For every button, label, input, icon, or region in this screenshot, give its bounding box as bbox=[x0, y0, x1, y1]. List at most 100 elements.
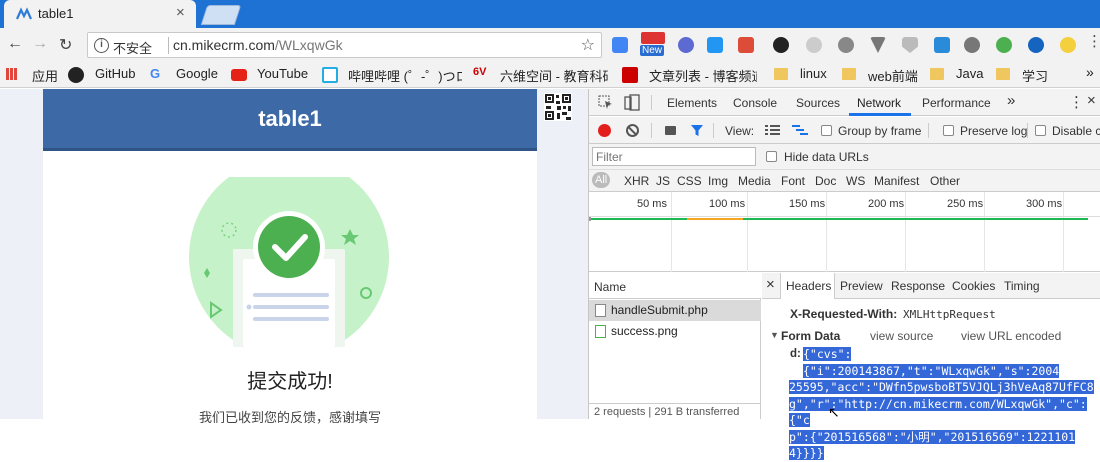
tab-cookies[interactable]: Cookies bbox=[952, 279, 995, 293]
tab-response[interactable]: Response bbox=[891, 279, 945, 293]
qr-code-icon[interactable] bbox=[544, 93, 572, 121]
device-toolbar-icon[interactable] bbox=[624, 94, 640, 111]
timeline-tick: 250 ms bbox=[947, 198, 984, 210]
extension-icon[interactable] bbox=[964, 37, 980, 53]
devtools-menu-icon[interactable]: ⋮ bbox=[1069, 93, 1084, 111]
bookmark-bilibili[interactable]: 哔哩哔哩 (゜-゜)つロ bbox=[348, 66, 462, 85]
request-row[interactable]: handleSubmit.php bbox=[589, 300, 761, 321]
extension-icon[interactable] bbox=[1060, 37, 1076, 53]
divider bbox=[713, 123, 714, 138]
more-tabs-icon[interactable]: » bbox=[1007, 92, 1015, 109]
tab-preview[interactable]: Preview bbox=[840, 279, 883, 293]
waterfall-icon[interactable] bbox=[792, 125, 808, 136]
close-detail-icon[interactable]: × bbox=[766, 276, 775, 293]
bookmark-folder-study[interactable]: 学习 bbox=[1022, 66, 1048, 85]
header-key: X-Requested-With: bbox=[790, 307, 898, 321]
bilibili-icon bbox=[322, 67, 338, 83]
bookmark-csdn[interactable]: 文章列表 - 博客频道 bbox=[649, 66, 757, 85]
tab-network[interactable]: Network bbox=[857, 96, 901, 110]
large-rows-icon[interactable] bbox=[765, 125, 780, 136]
menu-icon[interactable]: ⋮ bbox=[1087, 32, 1100, 50]
inspect-element-icon[interactable] bbox=[598, 95, 613, 110]
extension-icon[interactable] bbox=[612, 37, 628, 53]
request-detail: × Headers Preview Response Cookies Timin… bbox=[762, 273, 1100, 460]
bookmark-folder-java[interactable]: Java bbox=[956, 66, 983, 81]
filter-icon[interactable] bbox=[690, 124, 704, 137]
type-xhr[interactable]: XHR bbox=[624, 174, 649, 188]
form-header: table1 bbox=[43, 89, 537, 151]
extension-icon[interactable] bbox=[870, 37, 886, 53]
type-img[interactable]: Img bbox=[708, 174, 728, 188]
name-column-header[interactable]: Name bbox=[594, 280, 626, 294]
extension-icon[interactable] bbox=[707, 37, 723, 53]
forward-icon[interactable]: → bbox=[32, 35, 48, 53]
hide-data-urls-checkbox[interactable] bbox=[766, 151, 777, 162]
extension-icon[interactable] bbox=[641, 32, 665, 44]
tab-elements[interactable]: Elements bbox=[667, 96, 717, 110]
type-manifest[interactable]: Manifest bbox=[874, 174, 919, 188]
new-tab-button[interactable] bbox=[200, 5, 242, 25]
extension-icon[interactable] bbox=[902, 37, 918, 53]
reload-icon[interactable]: ↻ bbox=[59, 35, 72, 55]
bookmark-youtube[interactable]: YouTube bbox=[257, 66, 308, 81]
close-devtools-icon[interactable]: × bbox=[1087, 92, 1096, 109]
extension-icon[interactable] bbox=[838, 37, 854, 53]
more-bookmarks-icon[interactable]: » bbox=[1086, 64, 1094, 80]
request-list-header: Name bbox=[589, 273, 761, 299]
type-doc[interactable]: Doc bbox=[815, 174, 836, 188]
close-tab-icon[interactable]: × bbox=[176, 4, 185, 21]
extension-icon[interactable] bbox=[806, 37, 822, 53]
type-css[interactable]: CSS bbox=[677, 174, 702, 188]
timeline-tick: 200 ms bbox=[868, 198, 905, 210]
divider bbox=[928, 123, 929, 138]
tab-timing[interactable]: Timing bbox=[1004, 279, 1040, 293]
bookmark-github[interactable]: GitHub bbox=[95, 66, 135, 81]
type-font[interactable]: Font bbox=[781, 174, 805, 188]
tab-console[interactable]: Console bbox=[733, 96, 777, 110]
bookmark-folder-linux[interactable]: linux bbox=[800, 66, 827, 81]
type-other[interactable]: Other bbox=[930, 174, 960, 188]
type-js[interactable]: JS bbox=[656, 174, 670, 188]
bookmark-star-icon[interactable]: ☆ bbox=[581, 35, 595, 55]
timeline-tick: 150 ms bbox=[789, 198, 826, 210]
group-by-frame-checkbox[interactable] bbox=[821, 125, 832, 136]
back-icon[interactable]: ← bbox=[7, 35, 23, 53]
expand-triangle-icon[interactable]: ▼ bbox=[770, 330, 779, 340]
tab-sources[interactable]: Sources bbox=[796, 96, 840, 110]
extension-icon[interactable] bbox=[996, 37, 1012, 53]
type-all[interactable]: All bbox=[592, 172, 611, 188]
apps-icon[interactable] bbox=[6, 68, 18, 80]
type-ws[interactable]: WS bbox=[846, 174, 865, 188]
form-card: table1 提交成功! 我们已收到您的反馈，感谢填写 bbox=[43, 89, 537, 425]
request-row[interactable]: success.png bbox=[589, 321, 761, 342]
extension-icon[interactable] bbox=[678, 37, 694, 53]
extension-icon[interactable] bbox=[773, 37, 789, 53]
security-label[interactable]: 不安全 bbox=[113, 38, 152, 57]
disable-cache-checkbox[interactable] bbox=[1035, 125, 1046, 136]
view-url-encoded-link[interactable]: view URL encoded bbox=[961, 329, 1061, 343]
extension-icon[interactable] bbox=[738, 37, 754, 53]
bookmark-liuwei[interactable]: 六维空间 - 教育科研 bbox=[500, 66, 608, 85]
success-illustration bbox=[189, 177, 389, 347]
github-icon bbox=[68, 67, 84, 83]
filter-input[interactable] bbox=[592, 147, 756, 166]
bookmark-google[interactable]: Google bbox=[176, 66, 218, 81]
bookmark-folder-web[interactable]: web前端 bbox=[868, 66, 918, 85]
tab-performance[interactable]: Performance bbox=[922, 96, 991, 110]
bookmark-apps[interactable]: 应用 bbox=[32, 66, 58, 85]
preserve-log-checkbox[interactable] bbox=[943, 125, 954, 136]
clear-icon[interactable] bbox=[626, 124, 639, 137]
browser-tab[interactable]: table1 × bbox=[4, 0, 196, 28]
record-icon[interactable] bbox=[598, 124, 611, 137]
url-text[interactable]: cn.mikecrm.com/WLxqwGk bbox=[173, 37, 343, 53]
form-data-section[interactable]: Form Data bbox=[781, 329, 840, 343]
type-media[interactable]: Media bbox=[738, 174, 771, 188]
address-bar[interactable]: i 不安全 cn.mikecrm.com/WLxqwGk ☆ bbox=[87, 32, 602, 58]
screenshot-icon[interactable] bbox=[665, 126, 676, 135]
extension-icon[interactable] bbox=[934, 37, 950, 53]
view-source-link[interactable]: view source bbox=[870, 329, 933, 343]
extension-icon[interactable] bbox=[1028, 37, 1044, 53]
page-viewport: table1 提交成功! 我们已收到您的反馈，感谢填写 bbox=[0, 89, 588, 425]
info-icon[interactable]: i bbox=[94, 38, 109, 53]
tab-headers[interactable]: Headers bbox=[786, 279, 831, 293]
